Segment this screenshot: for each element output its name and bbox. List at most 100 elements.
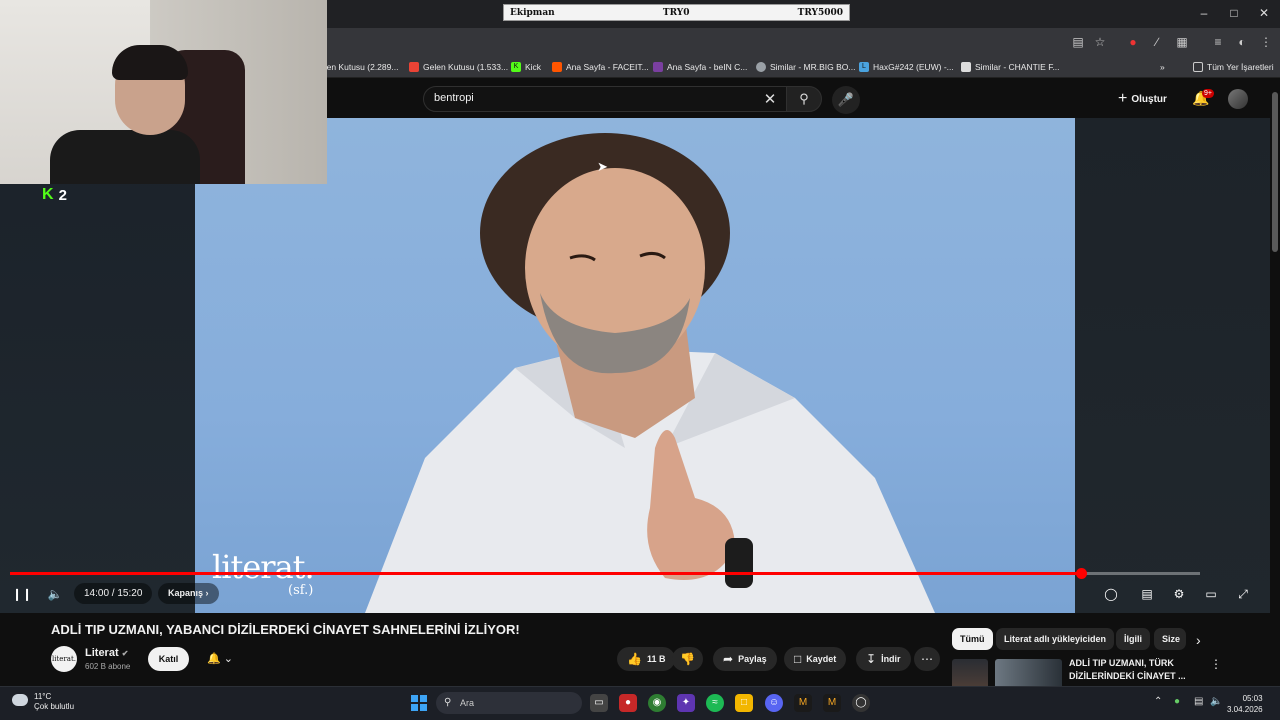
- extension-icon[interactable]: ∕: [1149, 34, 1165, 50]
- app-red-icon[interactable]: ●: [619, 694, 637, 712]
- bookmarks-overflow-icon[interactable]: »: [1160, 60, 1165, 74]
- tray-overflow-icon[interactable]: ⌃: [1154, 696, 1162, 707]
- microphone-icon: 🎤: [837, 92, 855, 107]
- bookmark-item[interactable]: elen Kutusu (2.289...: [320, 60, 398, 74]
- thumbs-down-icon: 👎: [680, 652, 695, 666]
- account-avatar[interactable]: [1228, 89, 1248, 109]
- all-bookmarks-folder[interactable]: Tüm Yer İşaretleri: [1193, 60, 1274, 74]
- create-button[interactable]: + Oluştur: [1118, 90, 1167, 108]
- recommended-menu-icon[interactable]: ⋮: [1210, 657, 1222, 671]
- subscription-bell-button[interactable]: 🔔 ⌄: [196, 647, 244, 671]
- more-actions-button[interactable]: ⋯: [914, 647, 940, 671]
- bell-icon: 🔔: [207, 653, 221, 665]
- recommended-video-title[interactable]: ADLİ TIP UZMANI, TÜRK DİZİLERİNDEKİ CİNA…: [1069, 657, 1199, 683]
- extensions-puzzle-icon[interactable]: ▦: [1174, 34, 1190, 50]
- theater-mode-icon[interactable]: ▭: [1202, 585, 1220, 603]
- bookmark-item[interactable]: Similar - CHANTIE F...: [961, 60, 1060, 74]
- subtitles-icon[interactable]: ▤: [1138, 585, 1156, 603]
- video-frame[interactable]: literat. (sf.): [195, 118, 1075, 613]
- progress-played: [10, 572, 1081, 575]
- chevron-right-icon: ›: [205, 588, 209, 598]
- install-app-icon[interactable]: ▤: [1070, 34, 1086, 50]
- bookmark-icon: □: [794, 652, 802, 666]
- stream-overlay-banner: Ekipman TRY0 TRY5000: [503, 4, 850, 21]
- task-view-icon[interactable]: ▭: [590, 694, 608, 712]
- chip-all[interactable]: Tümü: [952, 628, 993, 650]
- search-icon: ⚲: [444, 697, 452, 708]
- minimize-icon[interactable]: –: [1190, 4, 1218, 22]
- save-button[interactable]: □ Kaydet: [784, 647, 847, 671]
- bookmark-item[interactable]: Ana Sayfa - beIN C...: [653, 60, 747, 74]
- bookmark-star-icon[interactable]: ☆: [1092, 34, 1108, 50]
- recommended-thumbnail[interactable]: [995, 659, 1062, 689]
- streamer-webcam: [0, 0, 327, 184]
- spotify-icon[interactable]: ≈: [706, 694, 724, 712]
- bein-icon: [653, 62, 663, 72]
- download-button[interactable]: ↧ İndir: [856, 647, 911, 671]
- banner-left: Ekipman: [510, 7, 555, 18]
- taskbar-search[interactable]: Ara: [436, 692, 582, 714]
- mic-tray-icon[interactable]: ●: [1174, 696, 1180, 707]
- kick-viewer-badge: K2: [42, 186, 67, 204]
- join-button[interactable]: Katıl: [148, 647, 189, 671]
- league-icon: L: [859, 62, 869, 72]
- chip-from-uploader[interactable]: Literat adlı yükleyiciden: [996, 628, 1115, 650]
- windows-taskbar: [0, 686, 1280, 720]
- notification-count-badge: 9+: [1202, 89, 1214, 98]
- plus-icon: +: [1118, 90, 1128, 107]
- clock-date: 3.04.2026: [1227, 705, 1263, 714]
- channel-name[interactable]: Literat ✔: [85, 647, 128, 659]
- menu-dots-icon[interactable]: ⋮: [1258, 34, 1274, 50]
- file-explorer-icon[interactable]: □: [735, 694, 753, 712]
- fullscreen-icon[interactable]: ⤢: [1234, 585, 1252, 603]
- settings-gear-icon[interactable]: ⚙: [1170, 585, 1188, 603]
- progress-scrubber[interactable]: [1076, 568, 1087, 579]
- bookmark-item[interactable]: K Kick: [511, 60, 541, 74]
- video-title: ADLİ TIP UZMANI, YABANCI DİZİLERDEKİ CİN…: [51, 622, 520, 637]
- close-window-icon[interactable]: ✕: [1250, 4, 1278, 22]
- volume-icon[interactable]: 🔈: [46, 585, 64, 603]
- chip-related[interactable]: İlgili: [1116, 628, 1150, 650]
- voice-search-button[interactable]: 🎤: [832, 86, 860, 114]
- autoplay-toggle[interactable]: ◯: [1102, 585, 1120, 603]
- chips-next-icon[interactable]: ›: [1196, 632, 1201, 648]
- speaker-tray-icon[interactable]: 🔈: [1210, 696, 1222, 707]
- channel-watermark-sub: (sf.): [288, 583, 314, 598]
- bookmark-item[interactable]: Similar - MR.BIG BO...: [756, 60, 855, 74]
- channel-avatar[interactable]: literat.: [51, 646, 77, 672]
- app-m2-icon[interactable]: M: [823, 694, 841, 712]
- profile-icon[interactable]: ◐: [1234, 34, 1250, 50]
- player-letterbox-right: [1075, 118, 1270, 613]
- banner-right: TRY5000: [797, 7, 843, 18]
- clear-search-icon[interactable]: ✕: [762, 90, 778, 108]
- chapter-button[interactable]: Kapanış ›: [158, 583, 219, 604]
- maximize-icon[interactable]: □: [1220, 4, 1248, 22]
- tab-search-icon[interactable]: ≡: [1210, 34, 1226, 50]
- search-button[interactable]: ⚲: [786, 86, 822, 112]
- recommended-thumbnail-overlay[interactable]: [952, 659, 988, 689]
- download-icon: ↧: [866, 652, 877, 666]
- time-display: 14:00 / 15:20: [74, 583, 153, 604]
- bookmark-item[interactable]: Gelen Kutusu (1.533...: [409, 60, 508, 74]
- search-input[interactable]: [423, 86, 787, 112]
- dislike-button[interactable]: 👎: [672, 647, 703, 671]
- bookmark-item[interactable]: L HaxG#242 (EUW) -...: [859, 60, 954, 74]
- kick-icon: K: [511, 62, 521, 72]
- share-button[interactable]: ➦ Paylaş: [713, 647, 777, 671]
- pause-icon[interactable]: ❙❙: [12, 585, 32, 603]
- taskbar-clock[interactable]: 05:03 3.04.2026: [1227, 693, 1263, 715]
- extension-red-icon[interactable]: ●: [1125, 34, 1141, 50]
- app-m-icon[interactable]: M: [794, 694, 812, 712]
- scrollbar-thumb[interactable]: [1272, 92, 1278, 252]
- chevron-down-icon: ⌄: [223, 653, 233, 665]
- chip-for-you[interactable]: Size: [1154, 628, 1186, 650]
- chrome-icon[interactable]: ◉: [648, 694, 666, 712]
- share-icon: ➦: [723, 652, 734, 666]
- bookmark-item[interactable]: Ana Sayfa - FACEIT...: [552, 60, 649, 74]
- display-tray-icon[interactable]: ▤: [1194, 696, 1203, 707]
- app-circle-icon[interactable]: ◯: [852, 694, 870, 712]
- copilot-icon[interactable]: ✦: [677, 694, 695, 712]
- discord-icon[interactable]: ☺: [765, 694, 783, 712]
- like-button[interactable]: 👍 11 B: [617, 647, 676, 671]
- windows-start-icon[interactable]: [411, 695, 427, 711]
